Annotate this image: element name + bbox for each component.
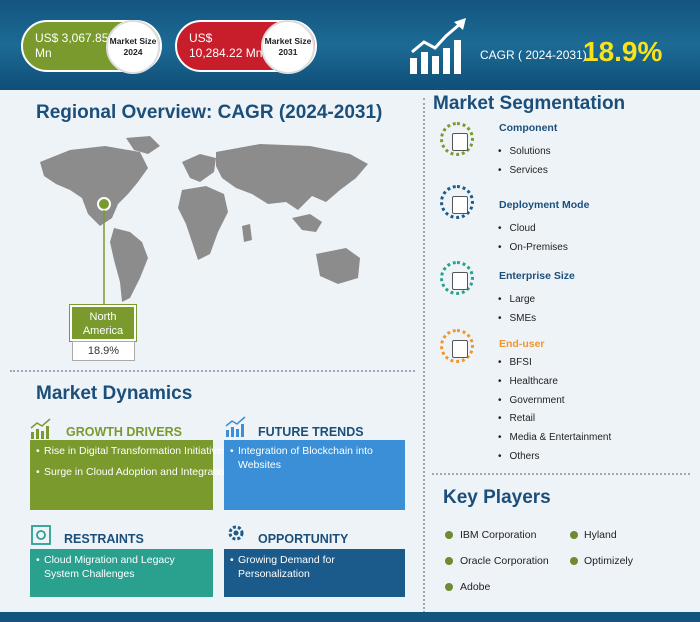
opportunity-gear-icon: [228, 525, 244, 541]
market-segmentation-title: Market Segmentation: [433, 93, 626, 114]
key-player-item: Adobe: [460, 581, 491, 593]
key-player-item: Optimizely: [584, 555, 634, 567]
cagr-value: 18.9%: [583, 36, 663, 67]
opportunity-title: OPPORTUNITY: [258, 532, 349, 546]
bullet-dot: [445, 583, 453, 591]
segment-item: On-Premises: [498, 242, 568, 253]
segment-item: Others: [498, 451, 540, 462]
growth-chart-icon: [410, 18, 466, 74]
region-box-north-america: North America: [70, 305, 136, 341]
segment-item: SMEs: [498, 313, 537, 324]
opportunity-card: Growing Demand for Personalization: [224, 549, 405, 597]
segment-item: Healthcare: [498, 376, 558, 387]
region-cagr-value: 18.9%: [72, 341, 135, 361]
future-trends-title: FUTURE TRENDS: [258, 425, 364, 439]
cagr-label: CAGR ( 2024-2031): [480, 48, 587, 62]
growth-drivers-card: Rise in Digital Transformation Initiativ…: [30, 440, 230, 510]
market-size-2031-label: Market Size 2031: [261, 20, 315, 74]
key-player-item: IBM Corporation: [460, 529, 537, 541]
segment-item: BFSI: [498, 357, 532, 368]
header-banner: US$ 3,067.85 Mn Market Size 2024 US$ 10,…: [0, 0, 700, 90]
segment-item: Cloud: [498, 223, 536, 234]
segment-item: Government: [498, 395, 565, 406]
world-map: [40, 136, 368, 305]
column-divider: [423, 98, 425, 613]
segment-title-component: Component: [499, 122, 558, 134]
market-size-2024-label: Market Size 2024: [106, 20, 160, 74]
market-size-2031-pill: US$ 10,284.22 Mn Market Size 2031: [175, 20, 317, 74]
enterprise-size-icon: [440, 261, 474, 295]
restraints-title: RESTRAINTS: [64, 532, 144, 546]
restraints-card: Cloud Migration and Legacy System Challe…: [30, 549, 213, 597]
segment-item: Solutions: [498, 146, 551, 157]
segment-item: Services: [498, 165, 548, 176]
deployment-mode-icon: [440, 185, 474, 219]
footer-bar: [0, 612, 700, 622]
market-size-2024-value: US$ 3,067.85 Mn: [35, 31, 109, 60]
market-size-2031-value: US$ 10,284.22 Mn: [189, 31, 263, 60]
growth-drivers-title: GROWTH DRIVERS: [66, 425, 182, 439]
section-divider: [432, 473, 690, 475]
market-dynamics-title: Market Dynamics: [36, 383, 193, 404]
growth-drivers-icon: [30, 418, 51, 439]
key-player-item: Oracle Corporation: [460, 555, 549, 567]
section-divider: [10, 370, 415, 372]
growth-driver-item: Rise in Digital Transformation Initiativ…: [36, 444, 228, 458]
bullet-dot: [445, 557, 453, 565]
end-user-icon: [440, 329, 474, 363]
segment-item: Retail: [498, 413, 536, 424]
segment-title-enterprise-size: Enterprise Size: [499, 270, 575, 282]
segment-item: Media & Entertainment: [498, 432, 612, 443]
bullet-dot: [570, 557, 578, 565]
future-trend-item: Integration of Blockchain into Websites: [230, 444, 380, 472]
segment-item: Large: [498, 294, 536, 305]
regional-overview-title: Regional Overview: CAGR (2024-2031): [36, 102, 383, 123]
market-size-2024-pill: US$ 3,067.85 Mn Market Size 2024: [21, 20, 162, 74]
bullet-dot: [445, 531, 453, 539]
bullet-dot: [570, 531, 578, 539]
future-trends-icon: [225, 416, 246, 437]
key-player-item: Hyland: [584, 529, 617, 541]
restraints-icon: [31, 525, 51, 545]
growth-driver-item: Surge in Cloud Adoption and Integration: [36, 465, 230, 479]
segment-title-end-user: End-user: [499, 338, 545, 350]
key-players-title: Key Players: [443, 487, 551, 508]
segment-title-deployment-mode: Deployment Mode: [499, 199, 590, 211]
component-icon: [440, 122, 474, 156]
restraint-item: Cloud Migration and Legacy System Challe…: [36, 553, 186, 581]
future-trends-card: Integration of Blockchain into Websites: [224, 440, 405, 510]
opportunity-item: Growing Demand for Personalization: [230, 553, 360, 581]
